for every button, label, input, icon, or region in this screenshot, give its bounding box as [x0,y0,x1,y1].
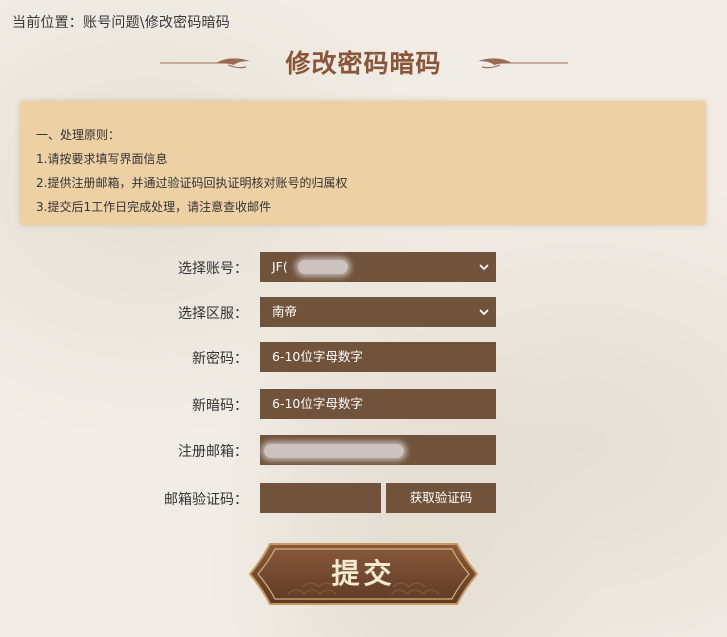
page-title-banner: 修改密码暗码 [0,40,727,84]
account-label: 选择账号： [178,261,248,277]
email-label: 注册邮箱： [178,444,248,460]
notice-line-2: 2.提供注册邮箱，并通过验证码回执证明核对账号的归属权 [36,176,348,190]
submit-label: 提交 [331,557,396,590]
redacted-account-blur [298,260,348,274]
new-secret-row: 新暗码： 6-10位字母数字 [0,389,727,419]
server-select[interactable]: 南帝 [260,297,496,327]
notice-line-1: 1.请按要求填写界面信息 [36,152,168,166]
server-label: 选择区服： [178,306,248,322]
email-code-row: 邮箱验证码： 获取验证码 [0,483,727,513]
new-password-row: 新密码： 6-10位字母数字 [0,342,727,372]
chevron-down-icon [479,264,489,271]
submit-button[interactable]: 提交 [248,542,479,606]
server-value: 南帝 [272,304,298,319]
notice-line-3: 3.提交后1工作日完成处理，请注意查收邮件 [36,200,272,214]
redacted-email-blur [264,444,404,458]
notice-box: 一、处理原则： 1.请按要求填写界面信息 2.提供注册邮箱，并通过验证码回执证明… [20,101,706,225]
account-value: JF( [272,259,288,274]
breadcrumb: 当前位置：账号问题\修改密码暗码 [12,15,230,31]
account-select[interactable]: JF( [260,252,496,282]
get-code-button[interactable]: 获取验证码 [386,483,496,513]
server-row: 选择区服： 南帝 [0,297,727,327]
chevron-down-icon [479,309,489,316]
new-secret-input[interactable]: 6-10位字母数字 [260,389,496,419]
email-code-input[interactable] [260,483,381,513]
email-input[interactable] [260,435,496,465]
new-password-placeholder: 6-10位字母数字 [272,349,363,364]
new-password-label: 新密码： [192,351,248,367]
email-row: 注册邮箱： [0,435,727,465]
notice-heading: 一、处理原则： [36,128,121,142]
account-row: 选择账号： JF( [0,252,727,282]
email-code-label: 邮箱验证码： [164,492,248,508]
new-secret-placeholder: 6-10位字母数字 [272,396,363,411]
new-secret-label: 新暗码： [192,398,248,414]
page-title: 修改密码暗码 [285,49,442,78]
new-password-input[interactable]: 6-10位字母数字 [260,342,496,372]
title-right-ornament-icon [478,58,568,69]
